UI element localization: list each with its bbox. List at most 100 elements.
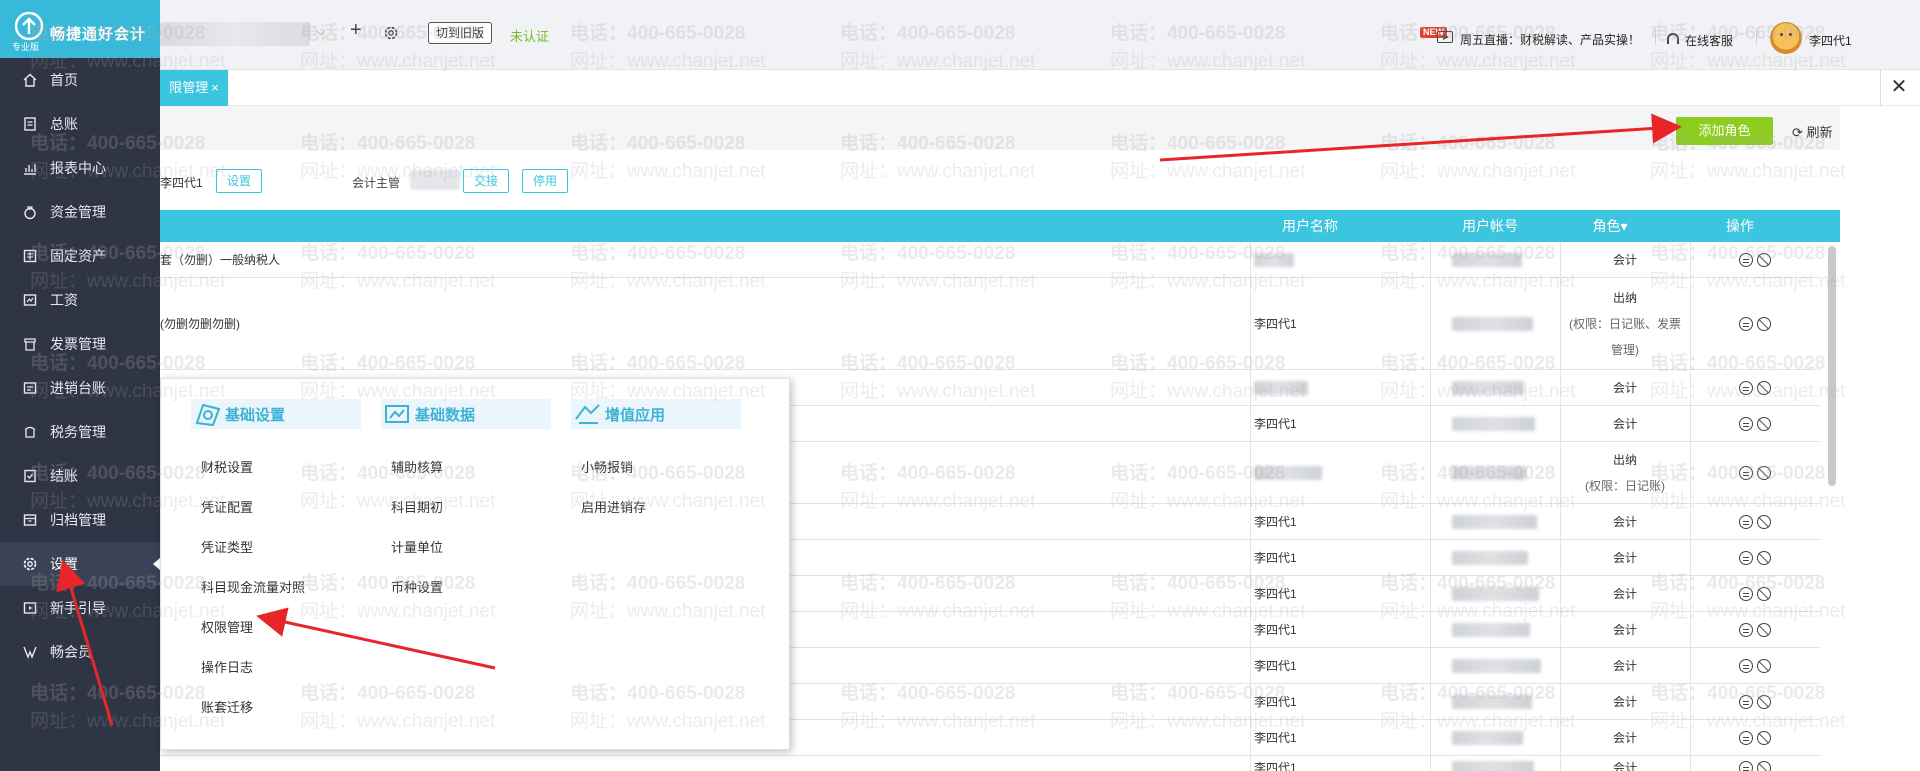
gear-icon[interactable]	[383, 25, 399, 41]
value-added-icon	[571, 399, 605, 429]
disable-icon[interactable]	[1757, 622, 1771, 637]
sidebar-item-chart[interactable]: 报表中心	[0, 146, 160, 190]
settings-menu-item[interactable]: 账套迁移	[201, 697, 253, 716]
sidebar-item-archive[interactable]: 归档管理	[0, 498, 160, 542]
role-label: 会计	[1612, 417, 1637, 431]
redacted-account	[1452, 316, 1533, 331]
column-header-role[interactable]: 角色▾	[1560, 210, 1660, 242]
scrollbar[interactable]	[1828, 246, 1836, 486]
edit-icon[interactable]	[1739, 658, 1753, 673]
edition-badge: 专业版	[12, 42, 40, 52]
sidebar-item-home[interactable]: 首页	[0, 58, 160, 102]
sidebar-item-label: 畅会员	[50, 644, 92, 660]
user-name[interactable]: 李四代1	[1809, 32, 1852, 49]
basic-settings-icon	[191, 399, 225, 429]
settings-menu-item[interactable]: 计量单位	[391, 537, 443, 556]
close-icon[interactable]: ×	[211, 80, 219, 95]
disable-icon[interactable]	[1757, 658, 1771, 673]
sidebar: 畅捷通好会计 专业版 首页 总账 报表中心 资金管理 固定资产 工资 发票管理 进销台账 税务管…	[0, 0, 160, 771]
sidebar-item-salary[interactable]: 工资	[0, 278, 160, 322]
sidebar-item-money-bag[interactable]: 资金管理	[0, 190, 160, 234]
role-label: 会计	[1612, 695, 1637, 709]
account-set-selector[interactable]	[160, 22, 310, 46]
table-row: (勿删勿删勿删) 李四代1 出纳 (权限：日记账、发票管理)	[160, 278, 1820, 370]
sidebar-item-tax[interactable]: 税务管理	[0, 410, 160, 454]
edit-icon[interactable]	[1739, 416, 1753, 431]
edit-icon[interactable]	[1739, 316, 1753, 331]
role-label: 会计	[1612, 731, 1637, 745]
edit-icon[interactable]	[1739, 514, 1753, 529]
redacted-account	[1452, 586, 1539, 601]
unverified-status[interactable]: 未认证	[510, 26, 549, 45]
disable-icon[interactable]	[1757, 760, 1771, 771]
settings-menu-item[interactable]: 科目现金流量对照	[201, 577, 305, 596]
redacted-account	[1452, 252, 1522, 267]
add-role-button[interactable]: 添加角色	[1676, 117, 1773, 145]
edit-icon[interactable]	[1739, 730, 1753, 745]
disable-icon[interactable]	[1757, 252, 1771, 267]
settings-menu-item[interactable]: 凭证配置	[201, 497, 253, 516]
table-row: 套（勿删）一般纳税人 会计	[160, 242, 1820, 278]
sidebar-item-checkout[interactable]: 结账	[0, 454, 160, 498]
role-label: 会计	[1612, 551, 1637, 565]
disable-icon[interactable]	[1757, 730, 1771, 745]
disable-icon[interactable]	[1757, 550, 1771, 565]
refresh-button[interactable]: ⟳ 刷新	[1792, 122, 1833, 141]
settings-menu-item[interactable]: 科目期初	[391, 497, 443, 516]
switch-old-version-button[interactable]: 切到旧版	[428, 22, 493, 44]
sidebar-item-guide[interactable]: 新手引导	[0, 586, 160, 630]
close-all-tabs-icon[interactable]: ✕	[1886, 74, 1912, 100]
edit-icon[interactable]	[1739, 465, 1753, 480]
online-service-link[interactable]: 在线客服	[1685, 32, 1733, 49]
handover-button[interactable]: 交接	[463, 169, 510, 193]
edit-icon[interactable]	[1739, 252, 1753, 267]
disable-icon[interactable]	[1757, 416, 1771, 431]
disable-button[interactable]: 停用	[522, 169, 569, 193]
sidebar-item-vip[interactable]: 畅会员	[0, 630, 160, 674]
role-cell: 出纳 (权限：日记账)	[1560, 442, 1690, 503]
app-logo[interactable]: 畅捷通好会计 专业版	[0, 0, 160, 58]
sidebar-item-gear[interactable]: 设置	[0, 542, 160, 586]
settings-menu-item[interactable]: 辅助核算	[391, 457, 443, 476]
edit-icon[interactable]	[1739, 380, 1753, 395]
disable-icon[interactable]	[1757, 465, 1771, 480]
live-broadcast-link[interactable]: 周五直播：财税解读、产品实操！	[1460, 31, 1640, 48]
avatar[interactable]	[1770, 22, 1802, 54]
user-name-cell	[1250, 370, 1430, 405]
disable-icon[interactable]	[1757, 586, 1771, 601]
sidebar-item-asset[interactable]: 固定资产	[0, 234, 160, 278]
edit-icon[interactable]	[1739, 622, 1753, 637]
settings-menu-item[interactable]: 凭证类型	[201, 537, 253, 556]
add-icon[interactable]: +	[350, 19, 362, 42]
role-permission-note: (权限：日记账、发票管理)	[1569, 316, 1681, 357]
settings-menu-item[interactable]: 币种设置	[391, 577, 443, 596]
edit-icon[interactable]	[1739, 760, 1753, 771]
edit-icon[interactable]	[1739, 694, 1753, 709]
settings-menu-item[interactable]: 启用进销存	[581, 497, 646, 516]
disable-icon[interactable]	[1757, 694, 1771, 709]
set-supervisor-button[interactable]: 设置	[216, 169, 263, 193]
redacted-account	[1452, 465, 1526, 480]
chevron-down-icon[interactable]: ⌵	[316, 24, 325, 39]
user-account-cell	[1430, 756, 1560, 771]
sidebar-item-inventory[interactable]: 进销台账	[0, 366, 160, 410]
edit-icon[interactable]	[1739, 586, 1753, 601]
settings-menu-item[interactable]: 小畅报销	[581, 457, 633, 476]
inventory-icon	[22, 380, 38, 396]
disable-icon[interactable]	[1757, 514, 1771, 529]
settings-menu-item[interactable]: 操作日志	[201, 657, 253, 676]
redacted-account	[1452, 550, 1528, 565]
edit-icon[interactable]	[1739, 550, 1753, 565]
disable-icon[interactable]	[1757, 316, 1771, 331]
tab-permission-management[interactable]: 限管理 ×	[160, 70, 228, 106]
sort-caret-icon[interactable]: ▾	[1620, 218, 1627, 234]
settings-menu-item[interactable]: 权限管理	[201, 617, 253, 636]
user-account-cell	[1430, 612, 1560, 647]
redacted-account	[1452, 760, 1534, 771]
role-cell: 会计	[1560, 720, 1690, 755]
actions-cell	[1690, 504, 1820, 539]
sidebar-item-invoice[interactable]: 发票管理	[0, 322, 160, 366]
sidebar-item-ledger[interactable]: 总账	[0, 102, 160, 146]
disable-icon[interactable]	[1757, 380, 1771, 395]
settings-menu-item[interactable]: 财税设置	[201, 457, 253, 476]
